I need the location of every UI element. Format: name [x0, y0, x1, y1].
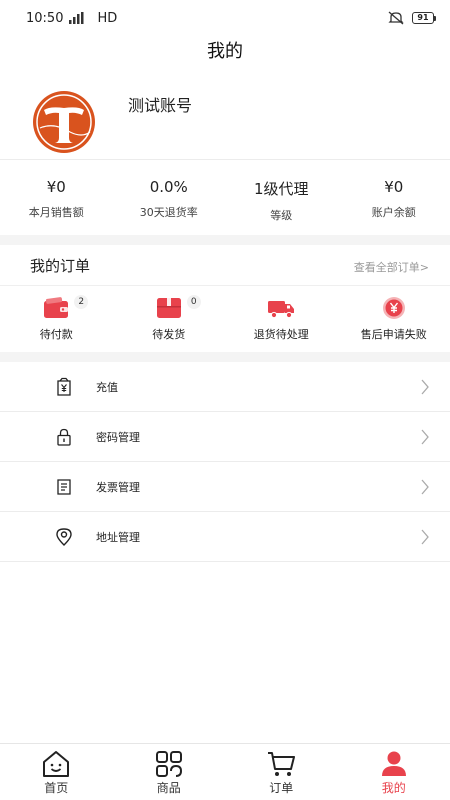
orders-title: 我的订单 — [30, 257, 91, 275]
tab-label: 订单 — [269, 781, 294, 795]
chevron-right-icon — [421, 529, 429, 545]
invoice-icon — [57, 479, 71, 495]
order-label: 待付款 — [39, 328, 73, 341]
stat-value: 0.0% — [149, 178, 188, 196]
menu-label: 密码管理 — [96, 431, 140, 444]
menu-item-invoice[interactable]: 发票管理 — [0, 462, 450, 512]
chevron-right-icon — [421, 429, 429, 445]
status-right: 91 — [388, 11, 436, 25]
order-badge: 0 — [186, 295, 201, 309]
location-icon — [56, 528, 72, 546]
tab-label: 我的 — [381, 781, 406, 795]
stat-label: 30天退货率 — [139, 206, 198, 219]
tab-label: 首页 — [44, 781, 69, 795]
battery-icon: 91 — [412, 12, 436, 24]
section-divider — [0, 352, 450, 362]
avatar-logo-icon[interactable] — [30, 88, 98, 156]
yen-coin-icon — [382, 297, 405, 319]
cart-icon — [268, 752, 296, 776]
stat-label: 本月销售额 — [28, 206, 84, 219]
stat-monthly-sales[interactable]: ¥0 本月销售额 — [0, 160, 113, 235]
tab-label: 商品 — [156, 781, 181, 795]
orders-header: 我的订单 查看全部订单> — [0, 245, 450, 286]
gift-box-icon — [156, 298, 181, 318]
battery-level: 91 — [412, 12, 434, 24]
menu-item-address[interactable]: 地址管理 — [0, 512, 450, 562]
recharge-icon — [57, 377, 71, 396]
signal-icon — [69, 12, 84, 24]
tab-orders[interactable]: 订单 — [225, 744, 338, 800]
order-label: 售后申请失败 — [360, 328, 427, 341]
username: 测试账号 — [128, 96, 193, 115]
stat-value: ¥0 — [384, 178, 404, 196]
stat-label: 等级 — [270, 209, 293, 222]
grid-icon — [155, 751, 182, 777]
person-icon — [381, 751, 406, 776]
status-left: 10:50 HD — [26, 11, 117, 26]
chevron-right-icon — [421, 379, 429, 395]
stat-level[interactable]: 1级代理 等级 — [225, 160, 338, 235]
tab-mine[interactable]: 我的 — [338, 744, 450, 800]
settings-menu: 充值 密码管理 发票管理 地址管理 — [0, 362, 450, 562]
network-type: HD — [97, 10, 118, 26]
order-aftersale-failed[interactable]: 售后申请失败 — [338, 286, 450, 352]
bottom-tab-bar: 首页 商品 订单 我的 — [0, 743, 450, 800]
stat-value: 1级代理 — [253, 180, 309, 198]
lock-icon — [57, 428, 71, 446]
tab-products[interactable]: 商品 — [113, 744, 226, 800]
section-divider — [0, 235, 450, 245]
mute-icon — [388, 11, 404, 25]
page-title: 我的 — [207, 41, 243, 62]
chevron-right-icon — [421, 479, 429, 495]
order-return-pending[interactable]: 退货待处理 — [225, 286, 338, 352]
orders-status-row: 2 待付款 0 待发货 退货待处理 售后申请失败 — [0, 286, 450, 352]
stats-row: ¥0 本月销售额 0.0% 30天退货率 1级代理 等级 ¥0 账户余额 — [0, 159, 450, 235]
order-pending-shipment[interactable]: 0 待发货 — [113, 286, 226, 352]
truck-icon — [268, 301, 295, 319]
menu-label: 地址管理 — [96, 531, 140, 544]
view-all-orders-link[interactable]: 查看全部订单> — [354, 259, 429, 275]
order-label: 退货待处理 — [253, 328, 309, 341]
tab-home[interactable]: 首页 — [0, 744, 113, 800]
home-icon — [43, 751, 70, 777]
profile-section[interactable]: 测试账号 — [0, 68, 450, 158]
stat-label: 账户余额 — [371, 206, 416, 219]
menu-item-recharge[interactable]: 充值 — [0, 362, 450, 412]
stat-return-rate[interactable]: 0.0% 30天退货率 — [113, 160, 226, 235]
stat-value: ¥0 — [46, 178, 66, 196]
order-badge: 2 — [74, 295, 89, 309]
order-pending-payment[interactable]: 2 待付款 — [0, 286, 113, 352]
menu-label: 充值 — [96, 381, 118, 394]
menu-label: 发票管理 — [96, 481, 140, 494]
stat-balance[interactable]: ¥0 账户余额 — [338, 160, 450, 235]
status-bar: 10:50 HD 91 — [0, 0, 450, 36]
order-label: 待发货 — [152, 328, 186, 341]
status-time: 10:50 — [26, 10, 64, 26]
menu-item-password[interactable]: 密码管理 — [0, 412, 450, 462]
wallet-icon — [44, 297, 69, 318]
